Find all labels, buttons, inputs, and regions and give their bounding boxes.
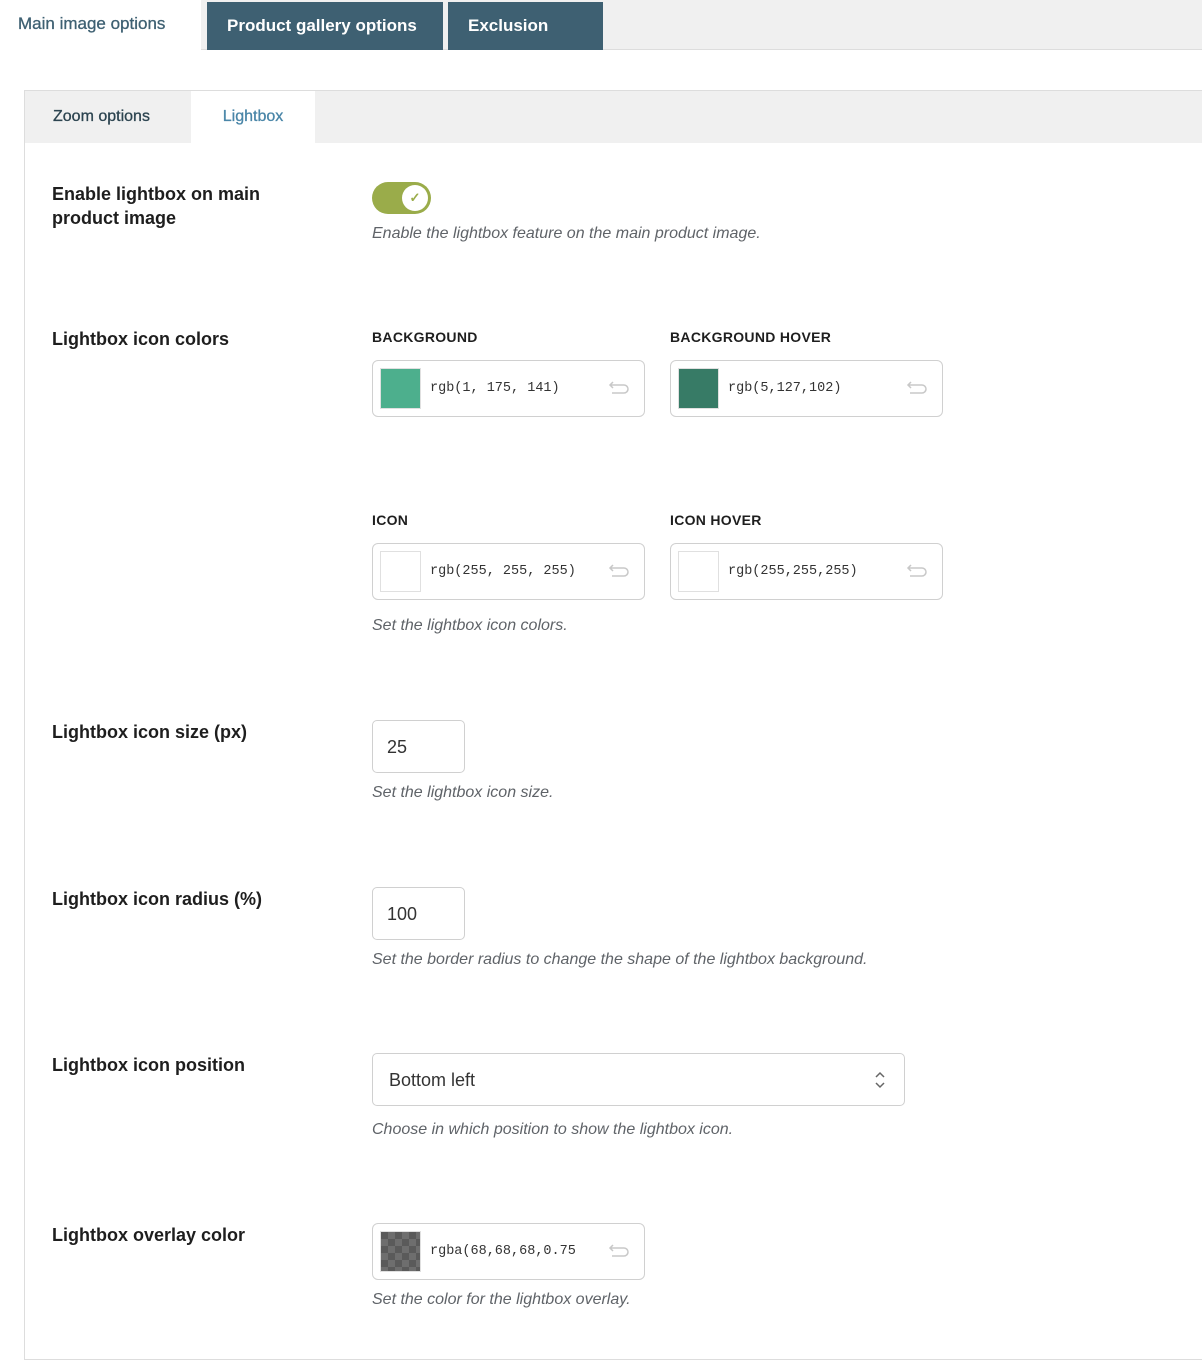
color-swatch[interactable] — [678, 551, 719, 592]
color-swatch[interactable] — [380, 368, 421, 409]
undo-arrow-icon[interactable] — [906, 562, 928, 580]
color-value[interactable]: rgb(1, 175, 141) — [430, 361, 560, 417]
icon-hover-caption: ICON HOVER — [670, 512, 762, 528]
icon-position-label: Lightbox icon position — [52, 1055, 245, 1075]
overlay-color-label: Lightbox overlay color — [52, 1225, 246, 1245]
tab-lightbox[interactable]: Lightbox — [191, 91, 315, 143]
top-tab-bar: Main image options Product gallery optio… — [0, 0, 1202, 83]
icon-hover-color-picker[interactable]: rgb(255,255,255) — [670, 543, 943, 600]
sub-tab-bar: Zoom options Lightbox — [25, 91, 1202, 143]
color-value[interactable]: rgb(5,127,102) — [728, 361, 841, 417]
tab-zoom-options[interactable]: Zoom options — [53, 91, 150, 143]
icon-radius-description: Set the border radius to change the shap… — [372, 951, 868, 968]
icon-colors-description: Set the lightbox icon colors. — [372, 617, 568, 634]
enable-lightbox-label: Enable lightbox on main product image — [52, 184, 261, 228]
icon-position-description: Choose in which position to show the lig… — [372, 1121, 734, 1138]
color-value[interactable]: rgb(255, 255, 255) — [430, 544, 576, 600]
undo-arrow-icon[interactable] — [608, 1242, 630, 1260]
check-icon: ✓ — [402, 185, 428, 211]
icon-caption: ICON — [372, 512, 409, 528]
icon-size-description: Set the lightbox icon size. — [372, 784, 554, 801]
icon-color-picker[interactable]: rgb(255, 255, 255) — [372, 543, 645, 600]
icon-radius-label: Lightbox icon radius (%) — [52, 889, 262, 909]
color-value[interactable]: rgb(255,255,255) — [728, 544, 858, 600]
enable-lightbox-description: Enable the lightbox feature on the main … — [372, 225, 761, 242]
tab-main-image-options[interactable]: Main image options — [0, 0, 201, 50]
icon-position-select[interactable]: Bottom left — [372, 1053, 905, 1106]
icon-colors-label: Lightbox icon colors — [52, 329, 230, 349]
overlay-color-description: Set the color for the lightbox overlay. — [372, 1291, 631, 1308]
undo-arrow-icon[interactable] — [608, 379, 630, 397]
selected-value: Bottom left — [389, 1070, 476, 1090]
background-hover-caption: BACKGROUND HOVER — [670, 329, 832, 345]
tab-product-gallery-options[interactable]: Product gallery options — [207, 2, 443, 50]
icon-size-label: Lightbox icon size (px) — [52, 722, 248, 742]
background-color-picker[interactable]: rgb(1, 175, 141) — [372, 360, 645, 417]
background-caption: BACKGROUND — [372, 329, 478, 345]
icon-size-input[interactable]: 25 — [372, 720, 465, 773]
undo-arrow-icon[interactable] — [906, 379, 928, 397]
undo-arrow-icon[interactable] — [608, 562, 630, 580]
color-value[interactable]: rgba(68,68,68,0.75 — [430, 1224, 576, 1280]
chevron-up-down-icon — [875, 1071, 885, 1089]
overlay-color-picker[interactable]: rgba(68,68,68,0.75 — [372, 1223, 645, 1280]
enable-lightbox-toggle[interactable]: ✓ — [372, 182, 431, 214]
icon-radius-input[interactable]: 100 — [372, 887, 465, 940]
tab-exclusion-list[interactable]: Exclusion List — [448, 2, 603, 83]
background-hover-color-picker[interactable]: rgb(5,127,102) — [670, 360, 943, 417]
color-swatch[interactable] — [380, 1231, 421, 1272]
color-swatch[interactable] — [678, 368, 719, 409]
color-swatch[interactable] — [380, 551, 421, 592]
